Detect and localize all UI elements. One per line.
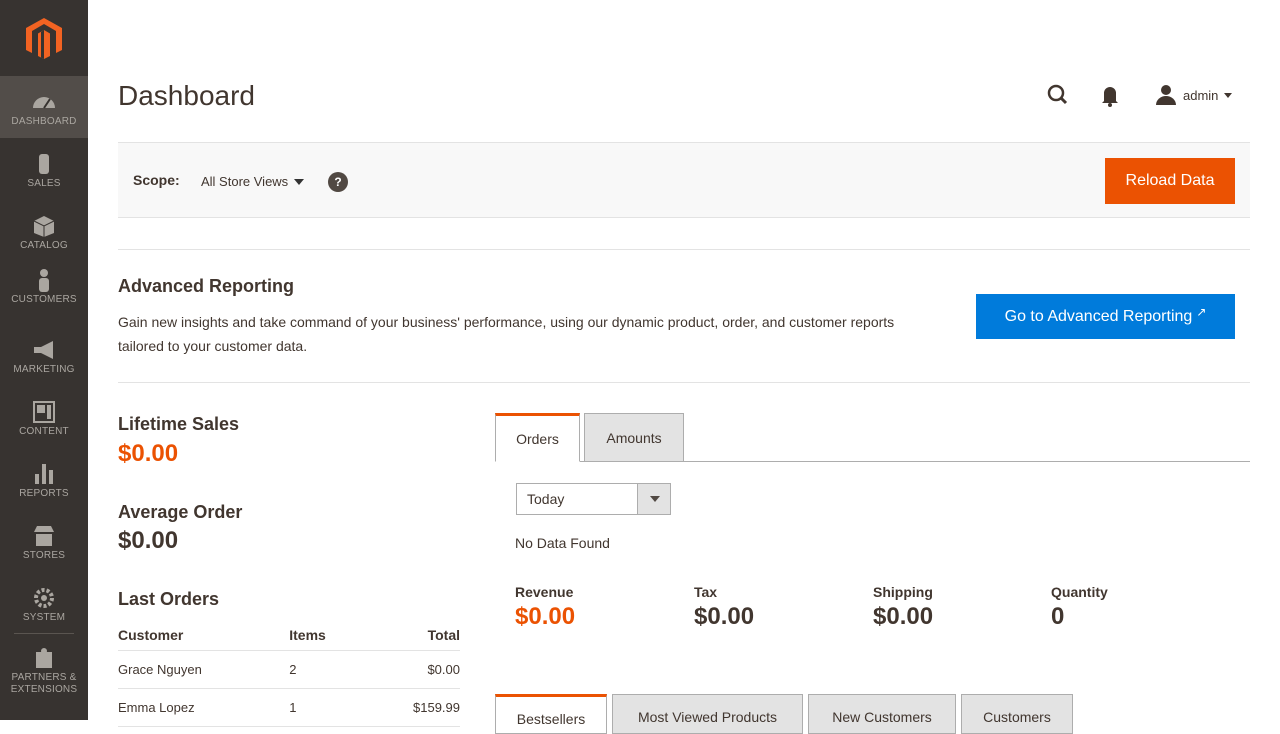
sidebar-item-catalog[interactable]: Catalog [0,200,88,262]
sidebar-item-label: Sales [27,178,61,189]
search-icon [1047,84,1068,105]
dollar-icon [39,154,49,174]
sidebar-item-dashboard[interactable]: Dashboard [0,76,88,138]
sidebar-item-sales[interactable]: Sales [0,138,88,200]
reload-data-button[interactable]: Reload Data [1105,158,1235,204]
shipping-label: Shipping [873,584,933,600]
table-row[interactable]: Grace Nguyen 2 $0.00 [118,650,460,689]
go-to-advanced-reporting-button[interactable]: Go to Advanced Reporting ↗ [976,294,1235,339]
revenue-value: $0.00 [515,603,576,630]
layout-icon [33,401,55,423]
global-search-button[interactable] [1040,80,1074,110]
sidebar-item-content[interactable]: Content [0,386,88,448]
table-header-row: Customer Items Total [118,620,460,651]
notifications-button[interactable] [1090,80,1130,110]
sidebar-item-label: Catalog [20,240,68,251]
sidebar-item-reports[interactable]: Reports [0,448,88,510]
order-customer: Emma Lopez [118,688,290,727]
order-items: 2 [289,650,364,689]
sidebar-item-label: Dashboard [11,116,77,127]
column-header: Total [363,620,460,651]
chevron-down-icon [294,179,304,185]
tab-bestsellers[interactable]: Bestsellers [495,694,607,734]
sidebar-item-label: Customers [11,294,77,305]
sidebar-item-label: Marketing [13,364,75,375]
period-value: Today [527,491,565,507]
sidebar-item-label: System [22,612,66,623]
puzzle-icon [36,648,52,668]
sidebar-item-label: Reports [19,488,69,499]
lifetime-sales-value: $0.00 [118,440,179,467]
tab-most-viewed-products[interactable]: Most Viewed Products [612,694,803,734]
tax-label: Tax [694,584,718,600]
average-order-value: $0.00 [118,527,179,554]
sidebar-item-marketing[interactable]: Marketing [0,324,88,386]
store-view-value: All Store Views [201,173,289,189]
quantity-value: 0 [1051,603,1065,630]
user-icon [1156,85,1176,105]
lifetime-sales-label: Lifetime Sales [118,414,240,434]
last-orders-table: Customer Items Total Grace Nguyen 2 $0.0… [118,620,460,727]
chart-tabs: Orders Amounts [495,413,1250,462]
bell-icon [1102,87,1118,107]
advanced-reporting-title: Advanced Reporting [118,276,295,296]
sidebar-item-system[interactable]: System [0,572,88,634]
gear-icon [34,588,54,608]
quantity-label: Quantity [1051,584,1108,600]
order-items: 1 [289,688,364,727]
person-icon [39,269,49,292]
tab-new-customers[interactable]: New Customers [808,694,956,734]
advanced-reporting-button-label: Go to Advanced Reporting [1004,307,1193,325]
average-order-label: Average Order [118,502,243,522]
divider [118,382,1250,383]
sidebar-item-label: Partners & Extensions [10,672,78,695]
divider [118,249,1250,250]
chevron-down-icon [637,484,670,514]
help-icon[interactable]: ? [328,172,348,192]
chevron-down-icon [1224,92,1233,98]
external-link-icon: ↗ [1196,304,1207,319]
megaphone-icon [34,341,53,359]
tab-customers[interactable]: Customers [961,694,1073,734]
admin-username: admin [1183,87,1219,103]
admin-sidebar: Dashboard Sales Catalog Customers Market… [0,0,88,720]
column-header: Customer [118,620,290,651]
revenue-label: Revenue [515,584,574,600]
scope-bar: Scope: All Store Views ? Reload Data [118,142,1250,218]
store-view-switcher[interactable]: All Store Views [188,165,316,197]
sidebar-item-customers[interactable]: Customers [0,262,88,324]
advanced-reporting-description: Gain new insights and take command of yo… [118,314,895,354]
order-total: $159.99 [363,688,460,727]
tax-value: $0.00 [694,603,755,630]
sidebar-item-stores[interactable]: Stores [0,510,88,572]
magento-logo-icon[interactable] [24,16,64,60]
shipping-value: $0.00 [873,603,934,630]
sidebar-divider [14,633,74,634]
tab-amounts[interactable]: Amounts [584,413,684,462]
dashboard-icon [33,97,55,109]
last-orders-label: Last Orders [118,589,220,609]
order-total: $0.00 [363,650,460,689]
bar-chart-icon [35,464,53,484]
sidebar-item-label: Stores [22,550,66,561]
admin-user-menu[interactable]: admin [1155,80,1245,110]
no-data-message: No Data Found [515,535,610,551]
sidebar-item-label: Content [19,426,69,437]
product-tabs: Bestsellers Most Viewed Products New Cus… [495,694,1250,734]
table-row[interactable]: Emma Lopez 1 $159.99 [118,688,460,727]
store-icon [34,526,54,546]
period-select[interactable]: Today [516,483,671,515]
tab-orders[interactable]: Orders [495,413,580,462]
sidebar-item-partners-extensions[interactable]: Partners & Extensions [0,640,88,720]
scope-label: Scope: [133,172,180,188]
box-icon [33,216,55,237]
column-header: Items [289,620,364,651]
order-customer: Grace Nguyen [118,650,290,689]
page-title: Dashboard [118,80,255,111]
